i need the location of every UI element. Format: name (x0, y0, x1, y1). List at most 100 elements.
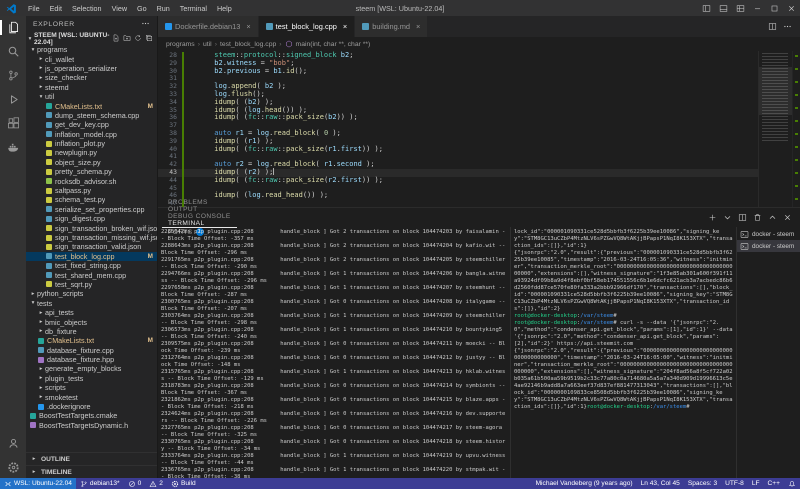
kill-terminal-button[interactable] (753, 209, 762, 227)
panel-tab-debug-console[interactable]: DEBUG CONSOLE (162, 213, 237, 220)
editor-tab[interactable]: test_block_log.cpp× (259, 16, 356, 37)
menu-view[interactable]: View (107, 4, 132, 13)
layout-panel-button[interactable] (715, 0, 732, 16)
status-git-blame[interactable]: Michael Vandeberg (9 years ago) (532, 478, 637, 489)
editor-tab[interactable]: Dockerfile.debian13× (158, 16, 259, 37)
section-outline[interactable]: ▸OUTLINE (26, 452, 157, 465)
tree-item[interactable]: ▸size_checker (26, 73, 157, 82)
tree-item[interactable]: database_fixture.hpp (26, 355, 157, 364)
activity-explorer[interactable] (0, 19, 26, 36)
status-language-mode[interactable]: C++ (764, 478, 784, 489)
menu-go[interactable]: Go (132, 4, 152, 13)
menu-selection[interactable]: Selection (67, 4, 107, 13)
tree-item[interactable]: CMakeLists.txtM (26, 101, 157, 110)
activity-account[interactable] (0, 435, 26, 452)
terminal-bash-curl[interactable]: lock_id":"000001090331ce528d5bbfb3f6225b… (510, 227, 736, 478)
activity-run-debug[interactable] (0, 91, 26, 108)
tree-item[interactable]: rocksdb_advisor.sh (26, 176, 157, 185)
tree-item[interactable]: ▸plugin_tests (26, 374, 157, 383)
tree-item[interactable]: serialize_set_properties.cpp (26, 205, 157, 214)
close-tab-icon[interactable]: × (343, 22, 347, 31)
tree-item[interactable]: sign_digest.cpp (26, 214, 157, 223)
status-errors[interactable]: 0 (124, 478, 146, 489)
status-cursor-position[interactable]: Ln 43, Col 45 (637, 478, 684, 489)
tree-item[interactable]: ▸smoketest (26, 392, 157, 401)
activity-settings[interactable] (0, 459, 26, 476)
minimap-slider[interactable] (759, 67, 792, 115)
tree-item[interactable]: newplugin.py (26, 148, 157, 157)
activity-extensions[interactable] (0, 115, 26, 132)
tree-item[interactable]: ▸python_scripts (26, 289, 157, 298)
code-area[interactable]: 28 steem::protocol::signed_block b2;29 b… (158, 51, 758, 207)
activity-docker[interactable] (0, 139, 26, 156)
tree-item[interactable]: ▸steemd (26, 83, 157, 92)
close-panel-button[interactable] (783, 209, 792, 227)
new-file-button[interactable] (112, 34, 120, 44)
tree-item[interactable]: ▾programs (26, 45, 157, 54)
tree-item[interactable]: test_block_log.cppM (26, 252, 157, 261)
breadcrumb-item[interactable]: test_block_log.cpp (220, 41, 276, 48)
editor-tab[interactable]: building.md× (355, 16, 428, 37)
minimize-button[interactable] (749, 0, 766, 16)
tree-item[interactable]: sign_transaction_valid.json (26, 242, 157, 251)
tree-item[interactable]: CMakeLists.txtM (26, 336, 157, 345)
tree-item[interactable]: dump_steem_schema.cpp (26, 111, 157, 120)
activity-source-control[interactable] (0, 67, 26, 84)
tree-item[interactable]: database_fixture.cpp (26, 346, 157, 355)
status-warnings[interactable]: 2 (145, 478, 167, 489)
minimap[interactable] (758, 51, 792, 207)
split-terminal-button[interactable] (738, 209, 747, 227)
menu-help[interactable]: Help (212, 4, 237, 13)
close-tab-icon[interactable]: × (416, 22, 420, 31)
menu-file[interactable]: File (23, 4, 45, 13)
tree-item[interactable]: inflation_plot.py (26, 139, 157, 148)
layout-custom-button[interactable] (732, 0, 749, 16)
tree-item[interactable]: ▾tests (26, 299, 157, 308)
tree-item[interactable]: BoostTestTargets.cmake (26, 411, 157, 420)
breadcrumb-item[interactable]: util (203, 41, 212, 48)
tree-item[interactable]: .dockerignore (26, 402, 157, 411)
tree-item[interactable]: test_shared_mem.cpp (26, 270, 157, 279)
views-more-button[interactable] (141, 19, 150, 30)
status-git-branch[interactable]: debian13* (76, 478, 124, 489)
tree-item[interactable]: get_dev_key.cpp (26, 120, 157, 129)
new-folder-button[interactable] (123, 34, 131, 44)
menu-terminal[interactable]: Terminal (175, 4, 212, 13)
status-encoding[interactable]: UTF-8 (721, 478, 748, 489)
tree-item[interactable]: ▸scripts (26, 383, 157, 392)
maximize-button[interactable] (766, 0, 783, 16)
tree-item[interactable]: object_size.py (26, 158, 157, 167)
more-actions-button[interactable] (783, 18, 792, 36)
tree-item[interactable]: ▸generate_empty_blocks (26, 364, 157, 373)
activity-search[interactable] (0, 43, 26, 60)
line-number[interactable]: 47 (158, 200, 182, 207)
close-button[interactable] (783, 0, 800, 16)
menu-run[interactable]: Run (152, 4, 175, 13)
tree-item[interactable]: ▸api_tests (26, 308, 157, 317)
section-timeline[interactable]: ▸TIMELINE (26, 465, 157, 478)
terminal-list-item[interactable]: docker - steem (737, 228, 800, 240)
tree-item[interactable]: sign_transaction_broken_wif.json (26, 223, 157, 232)
breadcrumb-item[interactable]: main(int, char **, char **) (296, 41, 371, 48)
tree-item[interactable]: saltpass.py (26, 186, 157, 195)
status-remote-indicator[interactable]: WSL: Ubuntu-22.04 (0, 478, 76, 489)
tree-item[interactable]: test_fixed_string.cpp (26, 261, 157, 270)
collapse-all-button[interactable] (145, 34, 153, 44)
status-indentation[interactable]: Spaces: 3 (684, 478, 721, 489)
terminal-steemd-log[interactable]: 2285642ms p2p_plugin.cpp:208 handle_bloc… (158, 227, 510, 478)
tree-item[interactable]: inflation_model.cpp (26, 130, 157, 139)
tree-item[interactable]: ▸js_operation_serializer (26, 64, 157, 73)
status-eol[interactable]: LF (748, 478, 764, 489)
tree-item[interactable]: ▸db_fixture (26, 327, 157, 336)
layout-sidebar-button[interactable] (698, 0, 715, 16)
tree-item[interactable]: ▸cli_wallet (26, 54, 157, 63)
status-build-task[interactable]: Build (167, 478, 200, 489)
new-terminal-button[interactable] (708, 209, 717, 227)
maximize-panel-button[interactable] (768, 209, 777, 227)
close-tab-icon[interactable]: × (246, 22, 250, 31)
split-editor-button[interactable] (768, 18, 777, 36)
code-editor[interactable]: 28 steem::protocol::signed_block b2;29 b… (158, 51, 800, 207)
tree-item[interactable]: schema_test.py (26, 195, 157, 204)
tree-item[interactable]: BoostTestTargetsDynamic.h (26, 421, 157, 430)
refresh-button[interactable] (134, 34, 142, 44)
